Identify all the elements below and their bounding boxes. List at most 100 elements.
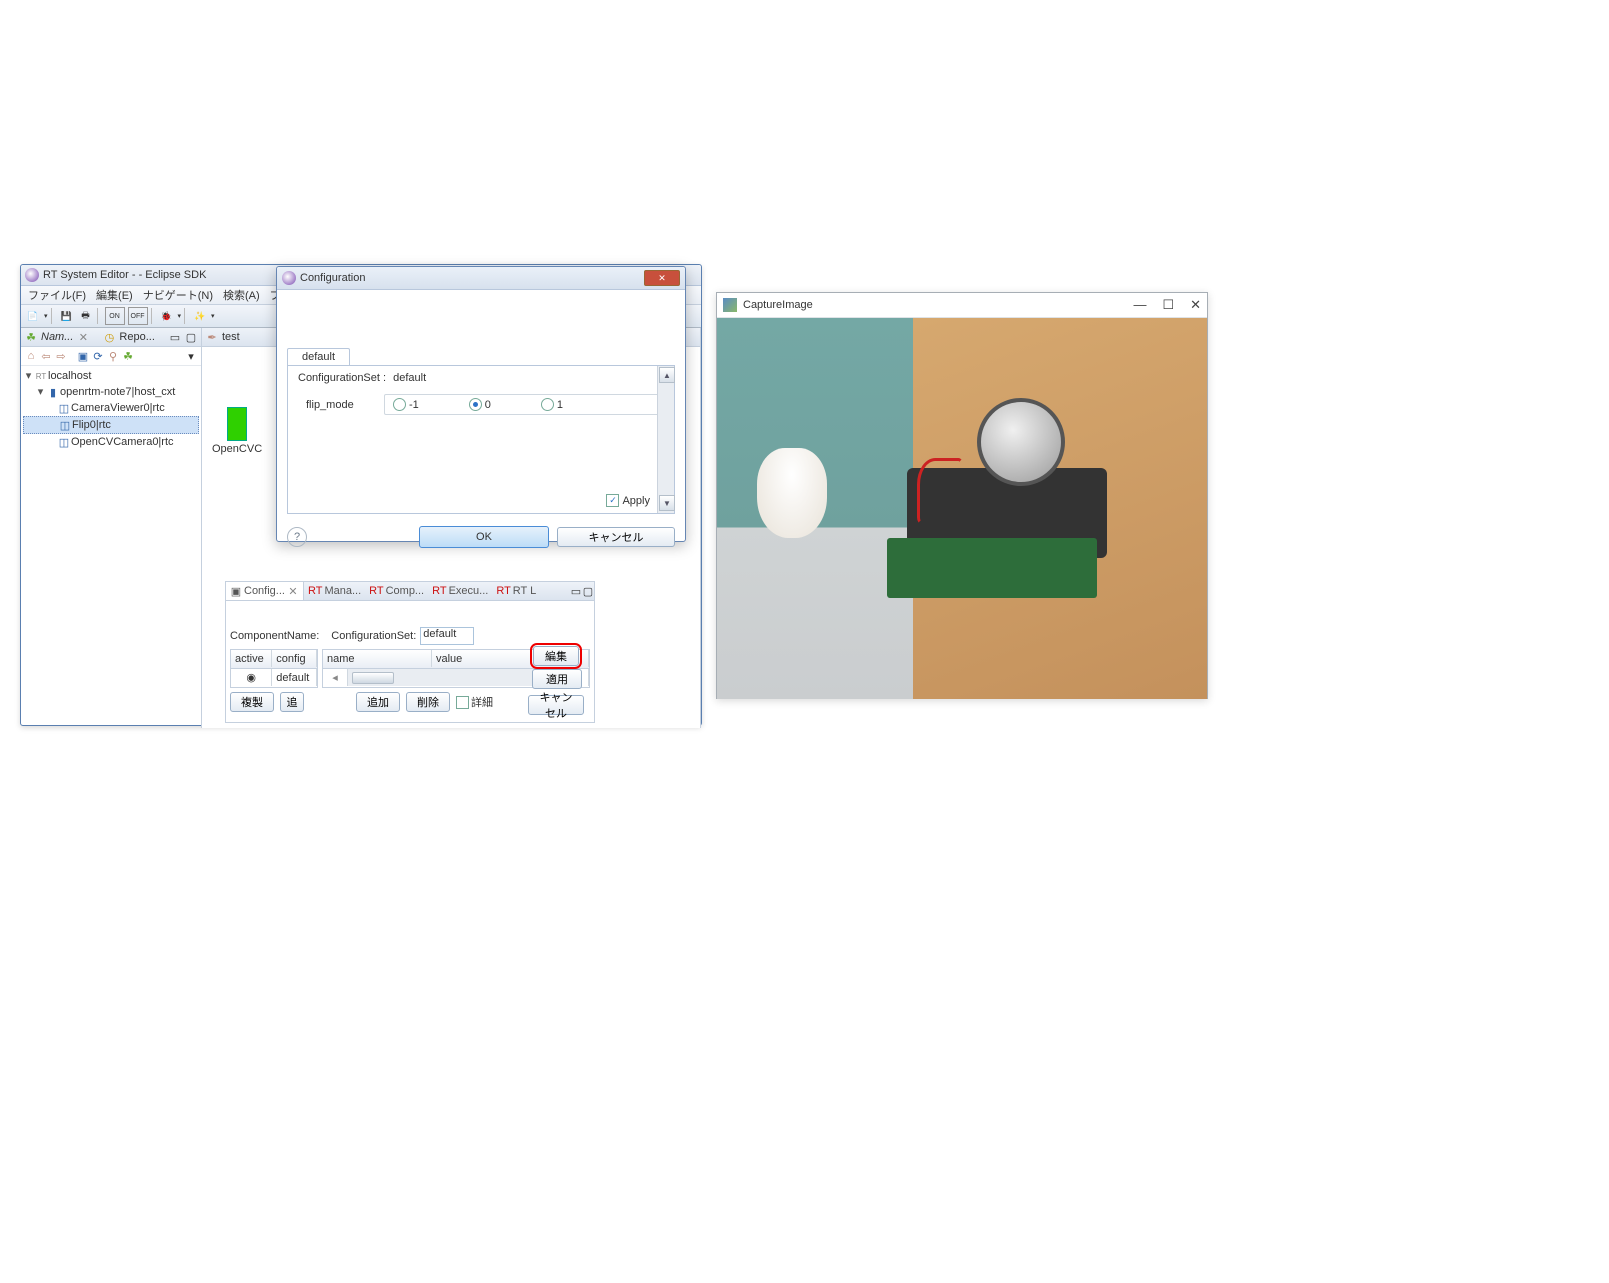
off-icon[interactable]: OFF <box>128 307 148 325</box>
image-robot <box>887 408 1147 628</box>
dialog-titlebar[interactable]: Configuration ✕ <box>277 267 685 290</box>
radio-opt-0[interactable]: 0 <box>469 398 491 411</box>
home-icon[interactable]: ⌂ <box>25 350 37 362</box>
col-name[interactable]: name <box>323 650 432 667</box>
add-button[interactable]: 追加 <box>356 692 400 712</box>
capture-titlebar[interactable]: CaptureImage — ☐ ✕ <box>717 293 1207 318</box>
dialog-tab-default[interactable]: default <box>287 348 350 365</box>
nameservice-tree[interactable]: ▾ RT localhost ▾ ▮ openrtm-note7|host_cx… <box>21 366 201 728</box>
radio-label: 0 <box>485 399 491 411</box>
tree-item-selected[interactable]: ◫ Flip0|rtc <box>23 416 199 434</box>
table-row[interactable]: ◉ default <box>231 669 317 687</box>
scroll-left-icon[interactable]: ◂ <box>323 669 348 686</box>
add-server-icon[interactable]: ▣ <box>77 350 89 362</box>
forward-icon[interactable]: ⇨ <box>55 350 67 362</box>
radio-icon-selected <box>469 398 482 411</box>
nameservice-tab[interactable]: Nam... <box>41 331 73 343</box>
config-list-table: active config ◉ default <box>230 649 318 688</box>
pin-icon: ✒ <box>206 331 218 343</box>
nameservice-toolbar: ⌂ ⇦ ⇨ ▣ ⟳ ⚲ ☘ ▾ <box>21 347 201 366</box>
edit-button-highlight: 編集 <box>530 643 582 669</box>
col-active[interactable]: active <box>231 650 272 667</box>
cancel-button[interactable]: キャンセル <box>528 695 584 715</box>
leaf2-icon[interactable]: ☘ <box>122 350 134 362</box>
refresh-icon[interactable]: ⟳ <box>92 350 104 362</box>
checkbox-icon-checked: ✓ <box>606 494 619 507</box>
radio-opt-1[interactable]: 1 <box>541 398 563 411</box>
dialog-footer: ? OK キャンセル <box>277 520 685 554</box>
editor-tab-label[interactable]: test <box>222 331 240 343</box>
clock-icon: ◷ <box>103 331 115 343</box>
filter-icon[interactable]: ⚲ <box>107 350 119 362</box>
eclipse-icon <box>25 268 39 282</box>
menu-edit[interactable]: 編集(E) <box>91 286 138 304</box>
copy-button[interactable]: 複製 <box>230 692 274 712</box>
back-icon[interactable]: ⇦ <box>40 350 52 362</box>
tab-execu[interactable]: RTExecu... <box>428 582 492 600</box>
delete-button[interactable]: 削除 <box>406 692 450 712</box>
dialog-close-button[interactable]: ✕ <box>644 270 680 286</box>
tree-item-label: OpenCVCamera0|rtc <box>71 436 174 448</box>
add-left-button[interactable]: 追 <box>280 692 304 712</box>
tab-comp[interactable]: RTComp... <box>365 582 428 600</box>
rt-icon: RT <box>34 372 48 381</box>
radio-label: 1 <box>557 399 563 411</box>
help-icon[interactable]: ? <box>287 527 307 547</box>
config-name-cell: default <box>272 669 317 686</box>
configset-label: ConfigurationSet: <box>331 630 416 642</box>
expand-icon[interactable]: ▾ <box>23 371 34 382</box>
tab-rtl[interactable]: RTRT L <box>492 582 540 600</box>
ok-button[interactable]: OK <box>419 526 549 548</box>
dialog-cancel-button[interactable]: キャンセル <box>557 527 675 547</box>
minimize-button[interactable]: — <box>1133 297 1146 313</box>
tree-root[interactable]: ▾ RT localhost <box>23 368 199 384</box>
tree-item[interactable]: ◫ CameraViewer0|rtc <box>23 400 199 416</box>
minimize-view-icon[interactable]: ▭ <box>570 585 582 597</box>
save-icon[interactable]: 💾 <box>59 308 75 324</box>
edit-button[interactable]: 編集 <box>533 646 579 666</box>
rt-icon: RT <box>432 585 446 597</box>
active-radio[interactable]: ◉ <box>231 669 272 686</box>
dlg-configset-label: ConfigurationSet : <box>298 372 386 384</box>
scroll-down-icon[interactable]: ▼ <box>659 495 675 511</box>
apply-button[interactable]: 適用 <box>532 669 582 689</box>
maximize-view-icon[interactable]: ▢ <box>185 331 197 343</box>
maximize-view-icon[interactable]: ▢ <box>582 585 594 597</box>
tree-host[interactable]: ▾ ▮ openrtm-note7|host_cxt <box>23 384 199 400</box>
menu-navigate[interactable]: ナビゲート(N) <box>138 286 218 304</box>
tab-config[interactable]: ▣ Config... ✕ <box>226 582 304 600</box>
scroll-up-icon[interactable]: ▲ <box>659 367 675 383</box>
tab-mana[interactable]: RTMana... <box>304 582 365 600</box>
minimize-view-icon[interactable]: ▭ <box>169 331 181 343</box>
print-icon[interactable]: 🖶 <box>78 308 94 324</box>
maximize-button[interactable]: ☐ <box>1162 297 1174 313</box>
dlg-configset-value: default <box>393 372 426 384</box>
capture-image-content <box>717 318 1207 699</box>
wand-icon[interactable]: ✨ <box>192 308 208 324</box>
image-figurine <box>757 448 827 538</box>
radio-opt-minus1[interactable]: -1 <box>393 398 419 411</box>
detail-checkbox[interactable]: 詳細 <box>456 692 493 712</box>
menu-file[interactable]: ファイル(F) <box>23 286 91 304</box>
apply-checkbox[interactable]: ✓ Apply <box>606 494 650 507</box>
close-button[interactable]: ✕ <box>1190 297 1201 313</box>
on-icon[interactable]: ON <box>105 307 125 325</box>
tree-item[interactable]: ◫ OpenCVCamera0|rtc <box>23 434 199 450</box>
bug-icon[interactable]: 🐞 <box>159 308 175 324</box>
repository-tab[interactable]: Repo... <box>119 331 154 343</box>
new-icon[interactable]: 📄 <box>25 308 41 324</box>
dialog-scrollbar[interactable]: ▲ ▼ <box>657 366 674 513</box>
configset-value-field[interactable]: default <box>420 627 474 645</box>
view-menu-icon[interactable]: ▾ <box>185 350 197 362</box>
configuration-dialog: Configuration ✕ default ConfigurationSet… <box>276 266 686 542</box>
rtc-icon: ◫ <box>57 402 71 415</box>
menu-search[interactable]: 検索(A) <box>218 286 265 304</box>
eclipse-icon <box>282 271 296 285</box>
expand-icon[interactable]: ▾ <box>35 387 46 398</box>
close-tab-icon[interactable]: ✕ <box>77 331 89 343</box>
col-config[interactable]: config <box>272 650 317 667</box>
close-icon[interactable]: ✕ <box>287 585 299 597</box>
param-name-label: flip_mode <box>306 399 368 411</box>
rtc-component-block[interactable] <box>227 407 247 441</box>
capture-app-icon <box>723 298 737 312</box>
